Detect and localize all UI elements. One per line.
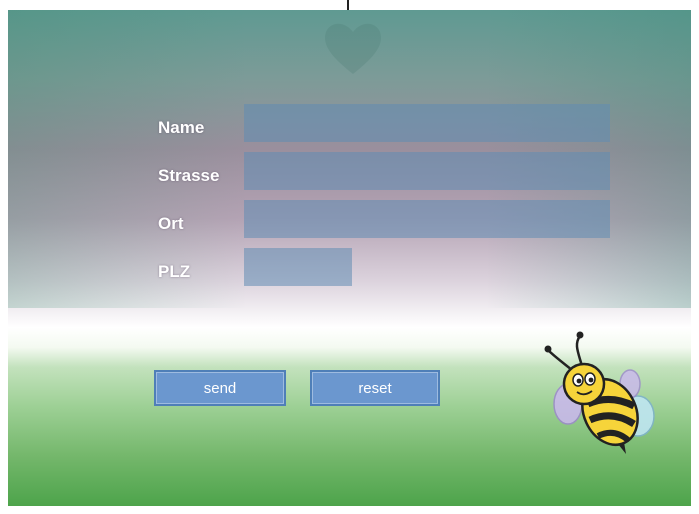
strasse-label: Strasse — [158, 166, 220, 185]
send-button[interactable]: send — [154, 370, 286, 406]
ort-input[interactable] — [244, 200, 610, 238]
plz-label: PLZ — [158, 262, 191, 281]
form-panel: Name Strasse Ort PLZ send reset — [8, 10, 691, 506]
ort-label: Ort — [158, 214, 184, 233]
bee-mascot — [544, 331, 655, 454]
name-label: Name — [158, 118, 205, 137]
name-input[interactable] — [244, 104, 610, 142]
strasse-input[interactable] — [244, 152, 610, 190]
plz-input[interactable] — [244, 248, 352, 286]
reset-button[interactable]: reset — [310, 370, 440, 406]
page-frame: Name Strasse Ort PLZ send reset — [0, 0, 699, 514]
heart-icon — [325, 23, 381, 74]
